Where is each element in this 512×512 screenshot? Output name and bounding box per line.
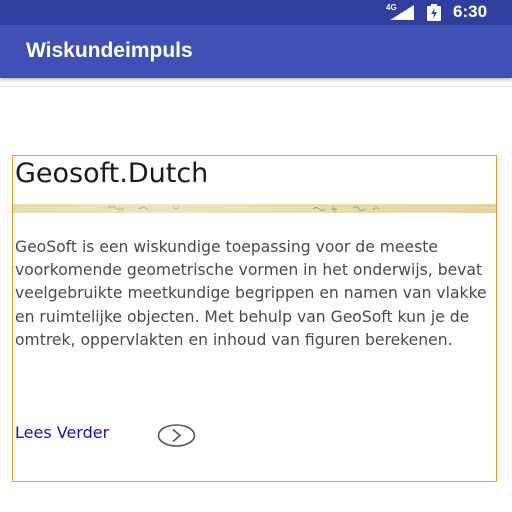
banner-handwriting-image bbox=[107, 205, 380, 213]
card-description: GeoSoft is een wiskundige toepassing voo… bbox=[15, 238, 487, 349]
card-title: Geosoft.Dutch bbox=[15, 158, 209, 189]
status-bar: 4G 6:30 bbox=[0, 0, 512, 25]
divider bbox=[0, 86, 512, 87]
signal-icon bbox=[390, 5, 414, 20]
app-bar: Wiskundeimpuls bbox=[0, 25, 512, 78]
app-title: Wiskundeimpuls bbox=[26, 39, 193, 62]
battery-icon bbox=[427, 4, 441, 21]
read-more-link[interactable]: Lees Verder bbox=[15, 423, 109, 443]
article-card[interactable]: Geosoft.Dutch GeoSoft is een wiskundige … bbox=[12, 155, 497, 482]
card-banner-image bbox=[13, 204, 496, 213]
chevron-right-circle-icon[interactable] bbox=[157, 424, 196, 447]
clock: 6:30 bbox=[453, 2, 488, 21]
